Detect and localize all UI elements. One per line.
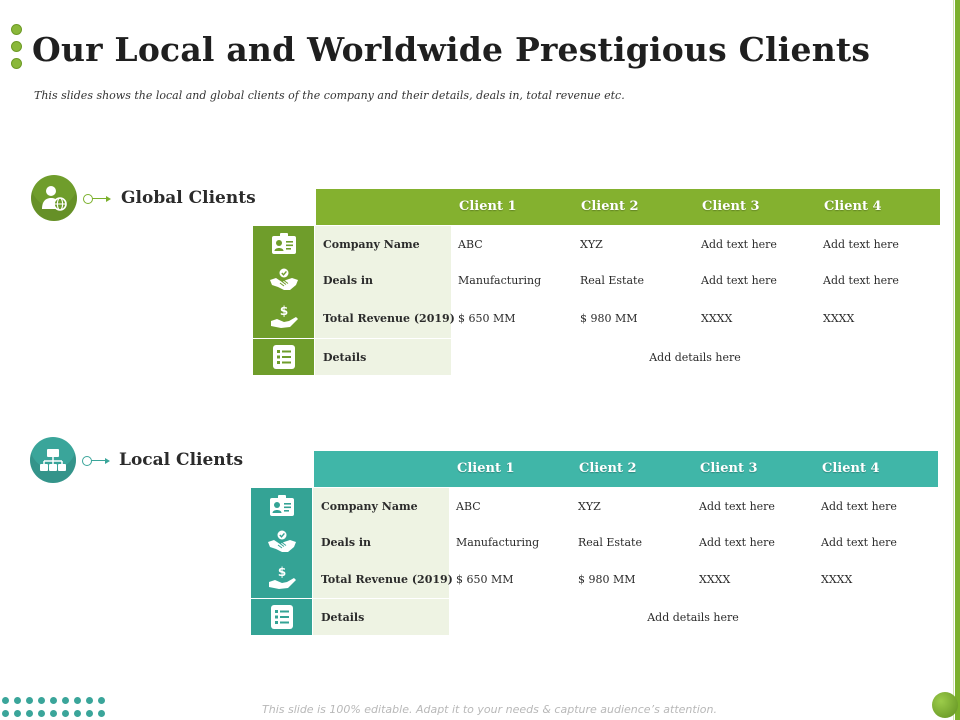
- cell-client-2: Real Estate: [580, 273, 644, 287]
- local-connector-arrow: [82, 456, 110, 466]
- right-accent-bar: [955, 0, 960, 720]
- cell-client-4: Add text here: [821, 535, 897, 549]
- cell-client-4: XXXX: [823, 311, 855, 325]
- header-client-3: Client 3: [700, 461, 758, 476]
- title-dots-decoration: [11, 24, 23, 75]
- table-header: Client 1 Client 2 Client 3 Client 4: [314, 451, 938, 487]
- header-client-4: Client 4: [822, 461, 880, 476]
- row-label: Details: [315, 339, 451, 375]
- cell-client-4: Add text here: [821, 499, 897, 513]
- id-card-icon: [251, 488, 312, 524]
- cell-client-1: Manufacturing: [458, 273, 542, 287]
- table-row-company-name: Company Name ABC XYZ Add text here Add t…: [253, 226, 940, 262]
- table-row-deals-in: Deals in Manufacturing Real Estate Add t…: [253, 262, 940, 298]
- svg-text:$: $: [279, 304, 287, 318]
- cell-client-2: $ 980 MM: [578, 572, 636, 586]
- header-client-1: Client 1: [457, 461, 515, 476]
- cell-client-3: Add text here: [699, 535, 775, 549]
- row-label: Company Name: [315, 226, 451, 262]
- id-card-icon: [253, 226, 314, 262]
- right-accent-line: [953, 0, 954, 720]
- cell-client-4: XXXX: [821, 572, 853, 586]
- org-chart-icon: [30, 437, 76, 483]
- row-label: Total Revenue (2019): [313, 560, 453, 598]
- cell-client-3: Add text here: [701, 273, 777, 287]
- details-value: Add details here: [647, 610, 739, 624]
- cell-client-1: ABC: [458, 237, 483, 251]
- local-clients-label: Local Clients: [119, 450, 244, 470]
- money-hand-icon: $: [251, 560, 312, 598]
- table-header: Client 1 Client 2 Client 3 Client 4: [316, 189, 940, 225]
- header-client-1: Client 1: [459, 199, 517, 214]
- row-label: Total Revenue (2019): [315, 298, 455, 338]
- cell-client-3: XXXX: [701, 311, 733, 325]
- cell-client-4: Add text here: [823, 273, 899, 287]
- page-subtitle: This slides shows the local and global c…: [34, 89, 625, 102]
- table-row-details: Details Add details here: [251, 599, 938, 635]
- money-hand-icon: $: [253, 298, 314, 338]
- header-client-4: Client 4: [824, 199, 882, 214]
- table-row-deals-in: Deals in Manufacturing Real Estate Add t…: [251, 524, 938, 560]
- cell-client-1: $ 650 MM: [456, 572, 514, 586]
- row-label: Deals in: [315, 262, 451, 298]
- header-client-2: Client 2: [579, 461, 637, 476]
- cell-client-1: $ 650 MM: [458, 311, 516, 325]
- table-row-details: Details Add details here: [253, 339, 940, 375]
- list-icon: [251, 599, 312, 635]
- table-row-company-name: Company Name ABC XYZ Add text here Add t…: [251, 488, 938, 524]
- cell-client-1: ABC: [456, 499, 481, 513]
- cell-client-4: Add text here: [823, 237, 899, 251]
- global-clients-label: Global Clients: [121, 188, 256, 208]
- handshake-icon: [251, 524, 312, 560]
- cell-client-3: XXXX: [699, 572, 731, 586]
- table-row-total-revenue: $ Total Revenue (2019) $ 650 MM $ 980 MM…: [253, 298, 940, 338]
- corner-circle-decoration: [932, 692, 958, 718]
- header-client-3: Client 3: [702, 199, 760, 214]
- list-icon: [253, 339, 314, 375]
- person-globe-icon: [31, 175, 77, 221]
- header-client-2: Client 2: [581, 199, 639, 214]
- svg-text:$: $: [277, 565, 285, 579]
- row-label: Deals in: [313, 524, 449, 560]
- cell-client-1: Manufacturing: [456, 535, 540, 549]
- table-row-total-revenue: $ Total Revenue (2019) $ 650 MM $ 980 MM…: [251, 560, 938, 598]
- footer-note: This slide is 100% editable. Adapt it to…: [262, 703, 717, 716]
- details-value: Add details here: [649, 350, 741, 364]
- row-label: Company Name: [313, 488, 449, 524]
- row-label: Details: [313, 599, 449, 635]
- page-title: Our Local and Worldwide Prestigious Clie…: [32, 30, 871, 69]
- cell-client-2: Real Estate: [578, 535, 642, 549]
- handshake-icon: [253, 262, 314, 298]
- cell-client-2: $ 980 MM: [580, 311, 638, 325]
- cell-client-2: XYZ: [578, 499, 601, 513]
- global-connector-arrow: [83, 194, 111, 204]
- cell-client-2: XYZ: [580, 237, 603, 251]
- cell-client-3: Add text here: [699, 499, 775, 513]
- cell-client-3: Add text here: [701, 237, 777, 251]
